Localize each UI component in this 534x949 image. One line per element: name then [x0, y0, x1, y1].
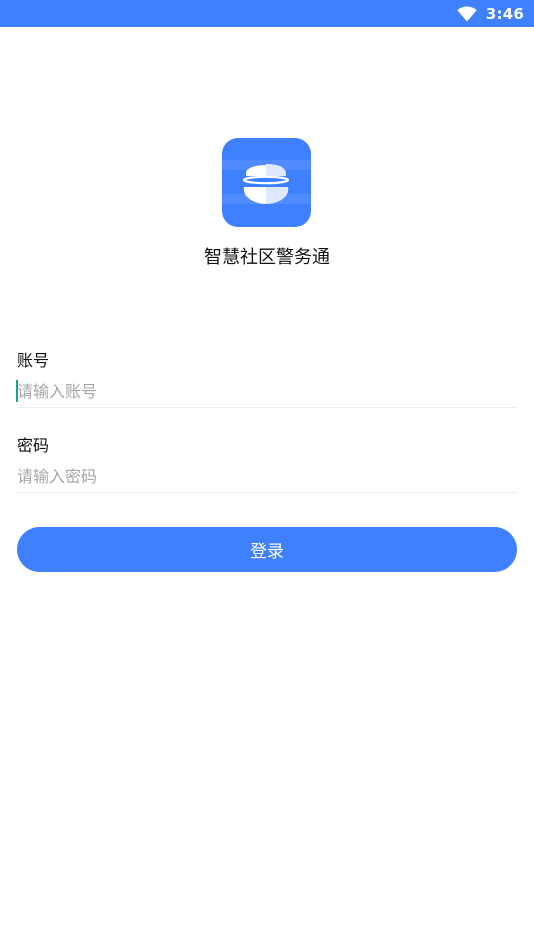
password-label: 密码 [17, 436, 50, 455]
account-divider [17, 407, 517, 408]
status-bar: 3:46 [0, 0, 534, 27]
app-name: 智慧社区警务通 [204, 247, 330, 268]
police-cap-icon [222, 160, 311, 204]
login-button[interactable]: 登录 [17, 527, 517, 572]
wifi-icon [457, 5, 477, 21]
status-indicators: 3:46 [457, 0, 524, 27]
app-logo-icon [222, 138, 311, 227]
password-input[interactable] [17, 461, 517, 491]
password-divider [17, 492, 517, 493]
status-time: 3:46 [485, 4, 524, 23]
account-input[interactable] [17, 376, 517, 406]
account-label: 账号 [17, 351, 50, 370]
